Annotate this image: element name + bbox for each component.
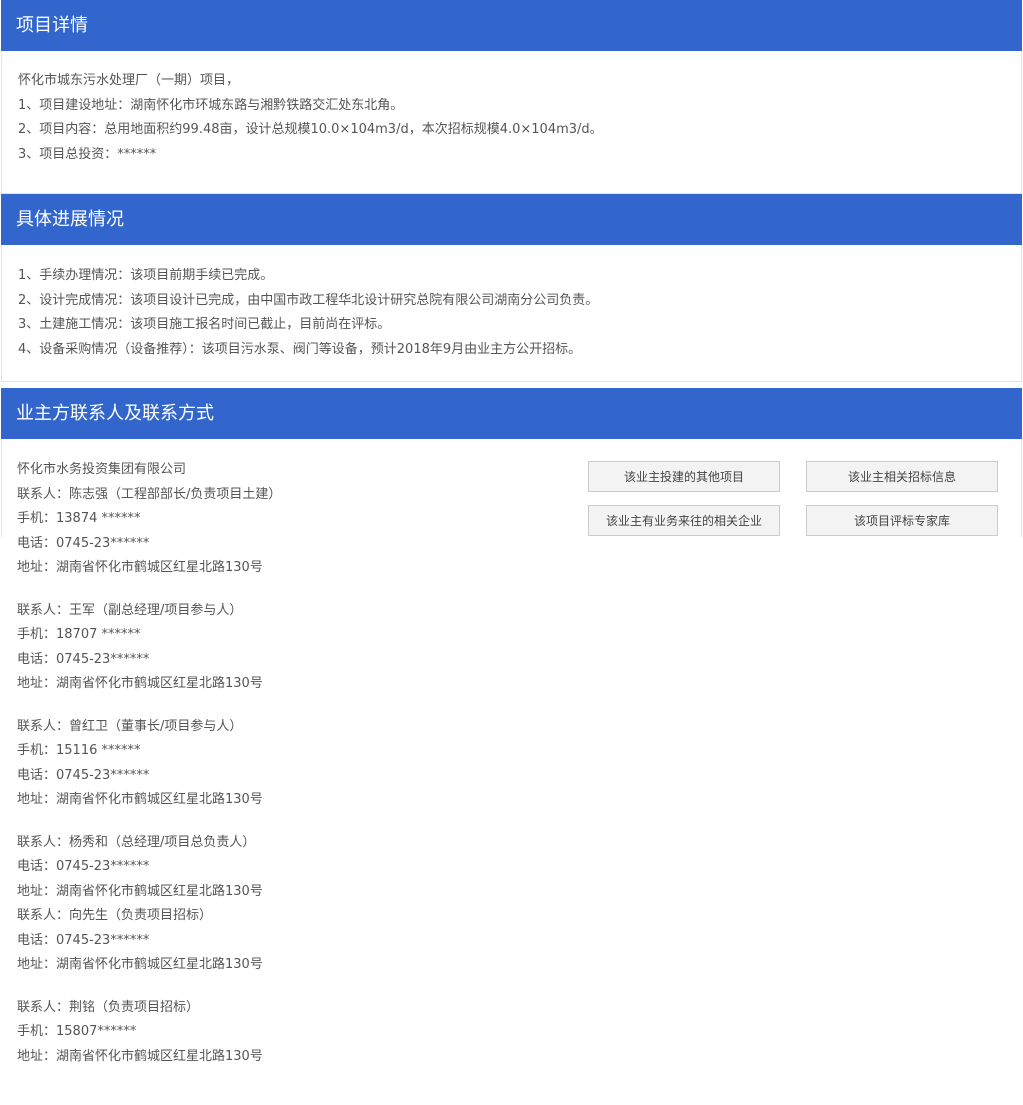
owner-contacts-header: 业主方联系人及联系方式 bbox=[1, 388, 1022, 439]
contact-address: 地址：湖南省怀化市鹤城区红星北路130号 bbox=[17, 676, 263, 691]
project-content: 2、项目内容：总用地面积约99.48亩，设计总规模10.0×104m3/d，本次… bbox=[18, 122, 603, 137]
progress-design: 2、设计完成情况：该项目设计已完成，由中国市政工程华北设计研究总院有限公司湖南分… bbox=[18, 292, 599, 308]
contact-address: 地址：湖南省怀化市鹤城区红星北路130号 bbox=[17, 883, 263, 899]
contact-mobile: 手机：15807****** bbox=[17, 1024, 137, 1039]
contact-card: 联系人：陈志强（工程部部长/负责项目土建） 手机：13874 ****** 电话… bbox=[1, 483, 561, 581]
progress-panel: 具体进展情况 1、手续办理情况：该项目前期手续已完成。 2、设计完成情况：该项目… bbox=[1, 194, 1022, 382]
contact-card: 联系人：向先生（负责项目招标） 电话：0745-23****** 地址：湖南省怀… bbox=[1, 904, 561, 978]
contact-address: 地址：湖南省怀化市鹤城区红星北路130号 bbox=[17, 957, 263, 972]
other-projects-button[interactable]: 该业主投建的其他项目 bbox=[588, 461, 780, 492]
contact-phone: 电话：0745-23****** bbox=[17, 932, 150, 948]
contact-person: 联系人：向先生（负责项目招标） bbox=[17, 908, 213, 923]
contact-address: 地址：湖南省怀化市鹤城区红星北路130号 bbox=[17, 560, 263, 575]
progress-body: 1、手续办理情况：该项目前期手续已完成。 2、设计完成情况：该项目设计已完成，由… bbox=[1, 245, 1022, 382]
tender-info-button[interactable]: 该业主相关招标信息 bbox=[806, 461, 998, 492]
project-address: 1、项目建设地址：湖南怀化市环城东路与湘黔铁路交汇处东北角。 bbox=[18, 97, 404, 113]
contact-card: 联系人：王军（副总经理/项目参与人） 手机：18707 ****** 电话：07… bbox=[1, 599, 561, 697]
contact-person: 联系人：王军（副总经理/项目参与人） bbox=[17, 602, 243, 618]
progress-equipment: 4、设备采购情况（设备推荐）：该项目污水泵、阀门等设备，预计2018年9月由业主… bbox=[18, 341, 582, 357]
contact-mobile: 手机：15116 ****** bbox=[17, 743, 141, 758]
contact-address: 地址：湖南省怀化市鹤城区红星北路130号 bbox=[17, 1048, 263, 1064]
progress-construction: 3、土建施工情况：该项目施工报名时间已截止，目前尚在评标。 bbox=[18, 317, 391, 332]
contact-phone: 电话：0745-23****** bbox=[17, 651, 150, 667]
expert-library-button[interactable]: 该项目评标专家库 bbox=[806, 505, 998, 536]
project-detail-panel: 项目详情 怀化市城东污水处理厂（一期）项目， 1、项目建设地址：湖南怀化市环城东… bbox=[1, 0, 1022, 194]
contact-phone: 电话：0745-23****** bbox=[17, 535, 150, 551]
contact-phone: 电话：0745-23****** bbox=[17, 859, 150, 874]
project-name: 怀化市城东污水处理厂（一期）项目， bbox=[18, 73, 240, 88]
contact-card: 联系人：曾红卫（董事长/项目参与人） 手机：15116 ****** 电话：07… bbox=[1, 715, 561, 813]
project-detail-body: 怀化市城东污水处理厂（一期）项目， 1、项目建设地址：湖南怀化市环城东路与湘黔铁… bbox=[1, 51, 1022, 194]
contacts-list: 怀化市水务投资集团有限公司 联系人：陈志强（工程部部长/负责项目土建） 手机：1… bbox=[1, 458, 561, 1069]
contact-card: 联系人：杨秀和（总经理/项目总负责人） 电话：0745-23****** 地址：… bbox=[1, 831, 561, 905]
project-detail-header: 项目详情 bbox=[1, 0, 1022, 51]
contact-person: 联系人：曾红卫（董事长/项目参与人） bbox=[17, 718, 243, 734]
progress-procedures: 1、手续办理情况：该项目前期手续已完成。 bbox=[18, 268, 274, 283]
contact-person: 联系人：杨秀和（总经理/项目总负责人） bbox=[17, 834, 256, 850]
contact-mobile: 手机：18707 ****** bbox=[17, 627, 141, 642]
project-investment: 3、项目总投资：****** bbox=[18, 146, 157, 162]
contact-address: 地址：湖南省怀化市鹤城区红星北路130号 bbox=[17, 792, 263, 807]
contact-phone: 电话：0745-23****** bbox=[17, 767, 150, 783]
related-companies-button[interactable]: 该业主有业务来往的相关企业 bbox=[588, 505, 780, 536]
contact-person: 联系人：荆铭（负责项目招标） bbox=[17, 999, 200, 1015]
progress-header: 具体进展情况 bbox=[1, 194, 1022, 245]
contact-person: 联系人：陈志强（工程部部长/负责项目土建） bbox=[17, 486, 282, 502]
contact-card: 联系人：荆铭（负责项目招标） 手机：15807****** 地址：湖南省怀化市鹤… bbox=[1, 996, 561, 1070]
owner-company: 怀化市水务投资集团有限公司 bbox=[17, 462, 187, 477]
contact-mobile: 手机：13874 ****** bbox=[17, 511, 141, 526]
